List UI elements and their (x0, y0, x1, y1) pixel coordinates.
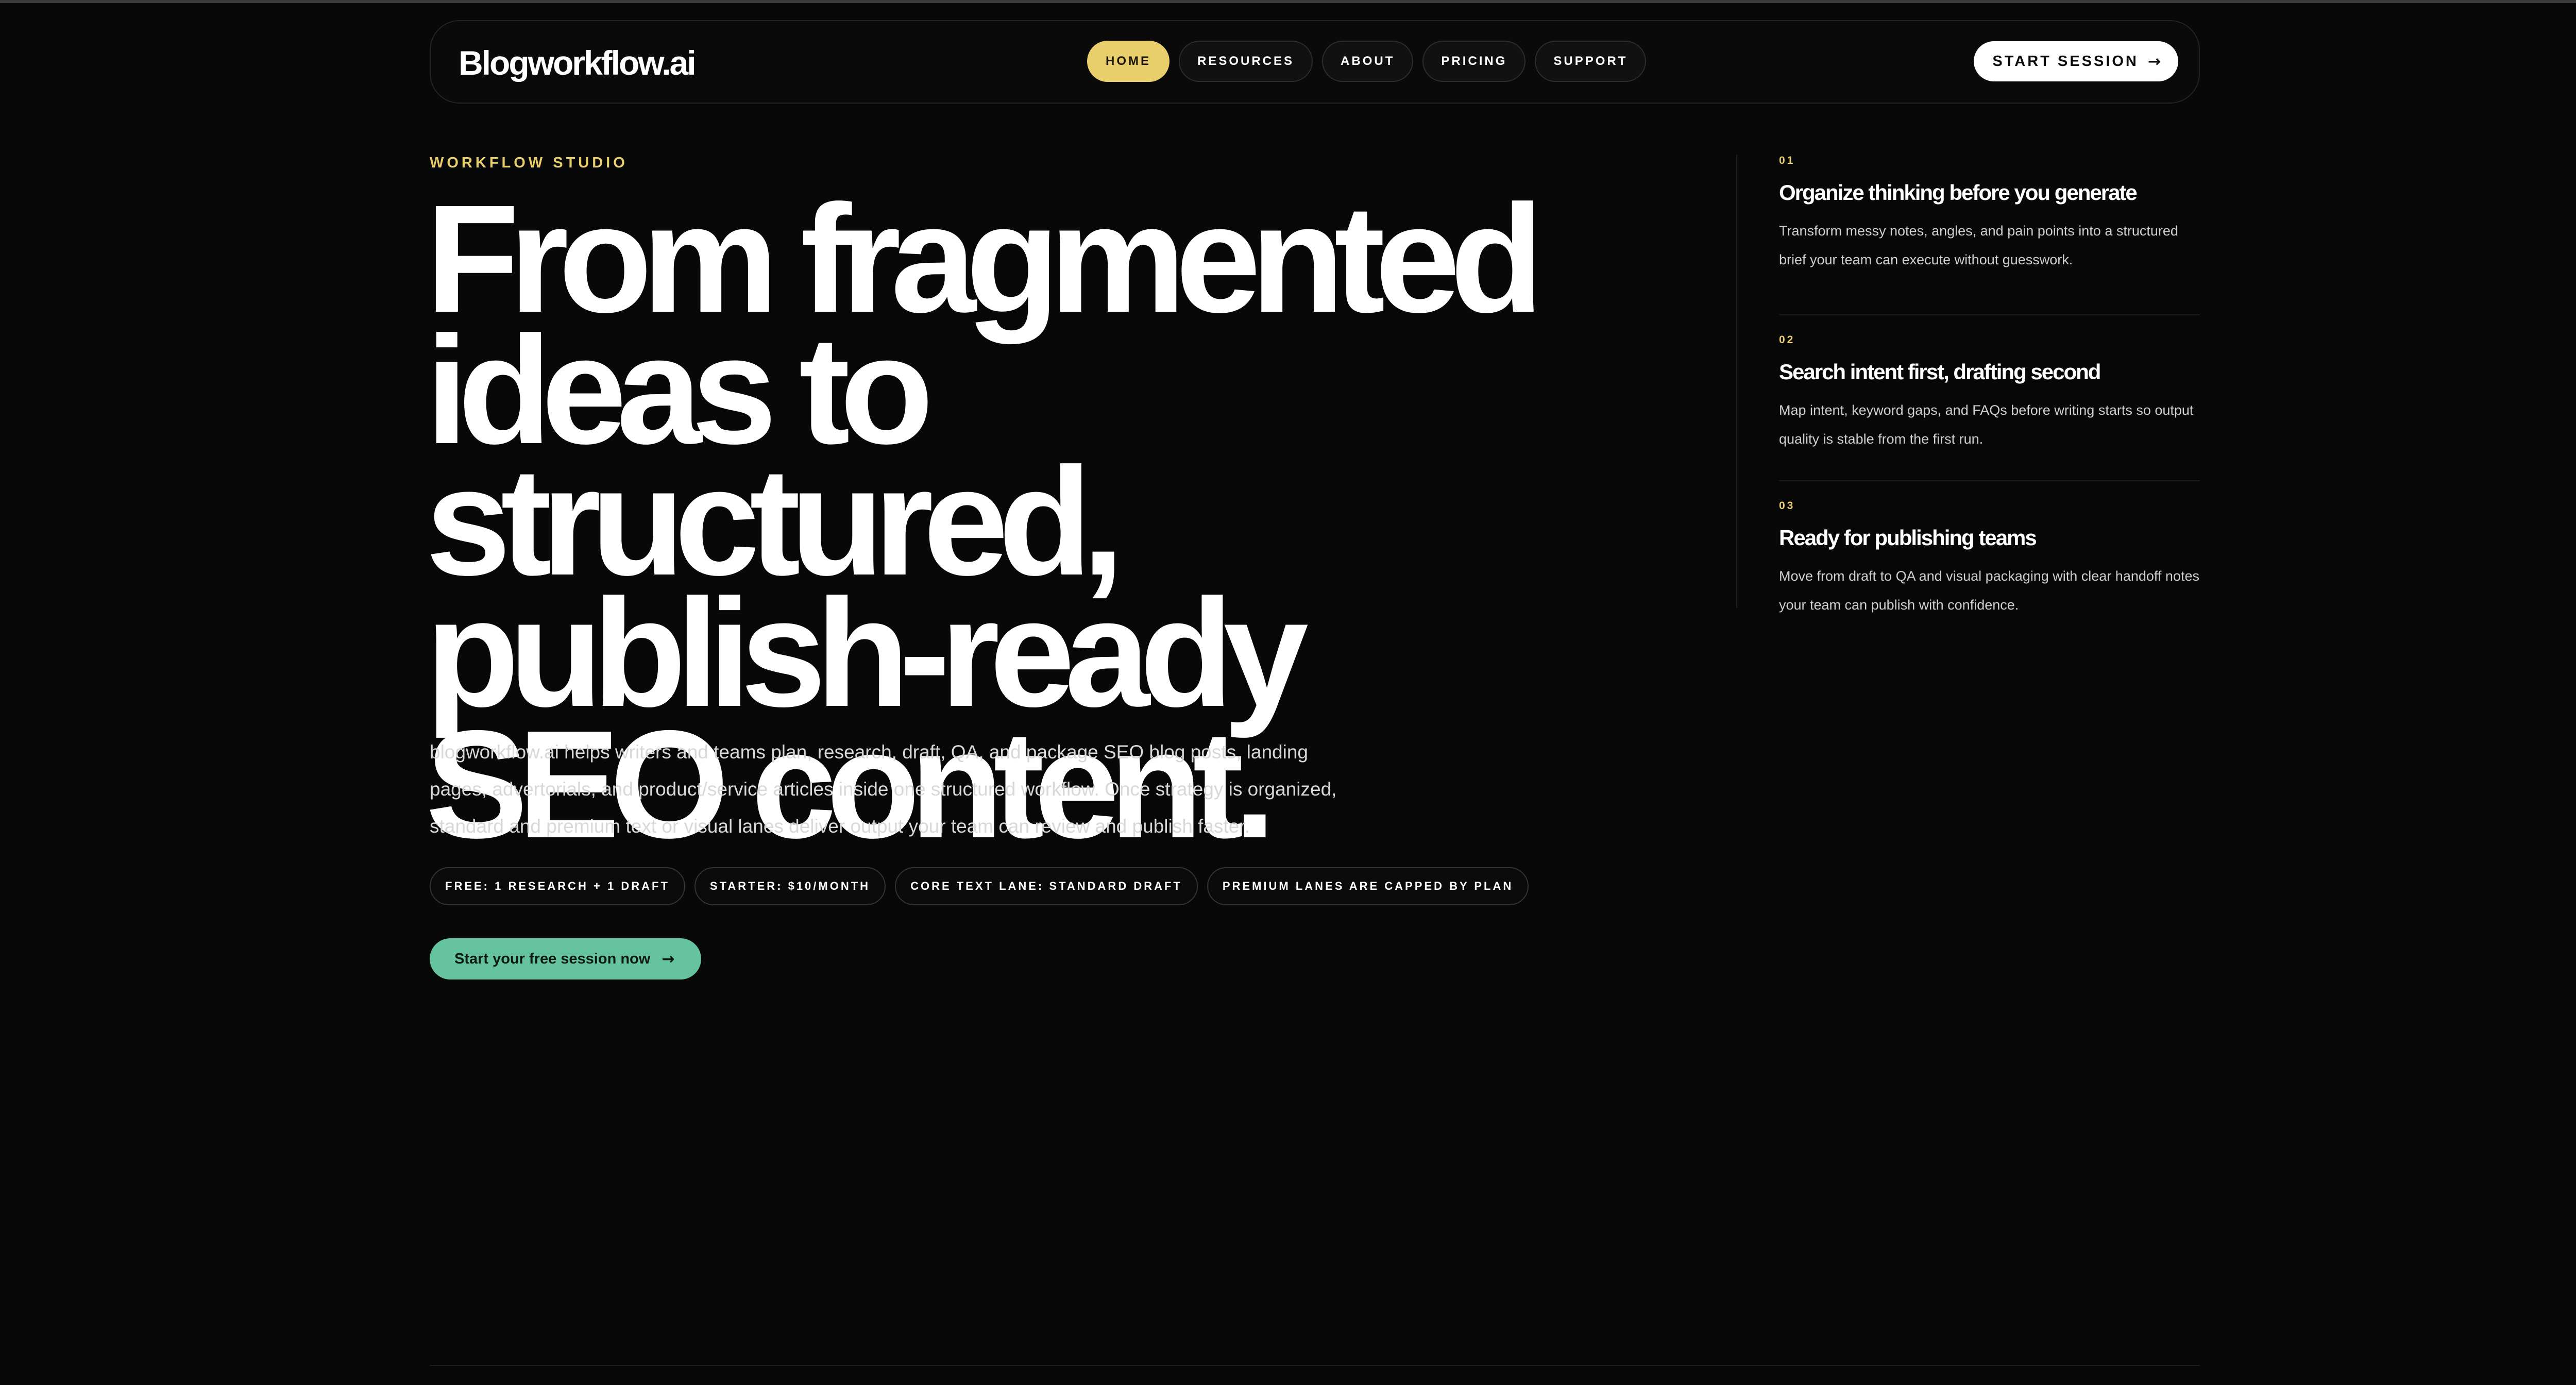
feature-title: Search intent first, drafting second (1779, 360, 2101, 384)
start-session-button[interactable]: START SESSION → (1974, 41, 2178, 81)
arrow-right-icon: → (662, 950, 675, 968)
feature-description: Move from draft to QA and visual packagi… (1779, 568, 2199, 613)
nav-link-resources[interactable]: RESOURCES (1179, 41, 1313, 82)
feature-title: Organize thinking before you generate (1779, 180, 2138, 205)
feature-item: 01 Organize thinking before you generate… (1779, 149, 2200, 314)
plan-chip-premium-lanes: PREMIUM LANES ARE CAPPED BY PLAN (1207, 867, 1529, 905)
nav-link-support[interactable]: SUPPORT (1535, 41, 1647, 82)
feature-description: Transform messy notes, angles, and pain … (1779, 223, 2178, 267)
start-session-label: START SESSION (1992, 53, 2139, 70)
nav-link-pricing[interactable]: PRICING (1422, 41, 1526, 82)
feature-item: 03 Ready for publishing teams Move from … (1779, 480, 2200, 646)
plan-chips: FREE: 1 RESEARCH + 1 DRAFT STARTER: $10/… (430, 867, 1529, 905)
feature-number: 01 (1779, 155, 1795, 166)
hero-description: blogworkflow.ai helps writers and teams … (430, 741, 1337, 837)
nav-link-home[interactable]: HOME (1087, 41, 1170, 82)
start-free-session-label: Start your free session now (454, 950, 651, 967)
top-navigation-bar: Blogworkflow.ai HOME RESOURCES ABOUT PRI… (430, 20, 2200, 104)
nav-link-about[interactable]: ABOUT (1322, 41, 1414, 82)
plan-chip-core-text-lane: CORE TEXT LANE: STANDARD DRAFT (895, 867, 1198, 905)
feature-number: 03 (1779, 500, 1795, 512)
column-divider (1736, 155, 1737, 608)
brand-logo[interactable]: Blogworkflow.ai (459, 40, 697, 86)
section-divider (430, 1365, 2200, 1366)
hero-eyebrow: WORKFLOW STUDIO (430, 155, 628, 171)
nav-links: HOME RESOURCES ABOUT PRICING SUPPORT (1087, 41, 1647, 82)
arrow-right-icon: → (2147, 52, 2161, 71)
feature-item: 02 Search intent first, drafting second … (1779, 314, 2200, 480)
start-free-session-button[interactable]: Start your free session now → (430, 938, 702, 979)
feature-description: Map intent, keyword gaps, and FAQs befor… (1779, 402, 2194, 447)
window-top-edge (0, 0, 2576, 3)
plan-chip-free: FREE: 1 RESEARCH + 1 DRAFT (430, 867, 685, 905)
feature-list: 01 Organize thinking before you generate… (1779, 149, 2200, 646)
feature-title: Ready for publishing teams (1779, 526, 2037, 550)
plan-chip-starter: STARTER: $10/MONTH (694, 867, 886, 905)
feature-number: 02 (1779, 334, 1795, 346)
